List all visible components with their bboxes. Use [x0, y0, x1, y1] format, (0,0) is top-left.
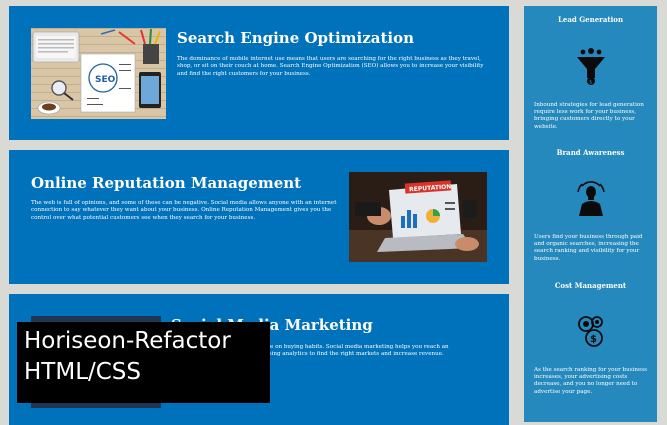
lead-generation-title: Lead Generation: [557, 15, 624, 24]
online-reputation-section: Online Reputation Management The web is …: [9, 150, 509, 284]
svg-text:SEO: SEO: [95, 75, 116, 85]
cost-management-block: Cost Management $ As the search ranking …: [524, 281, 657, 395]
seo-section: SEO Search Engine Optimization The domin…: [9, 6, 509, 140]
brand-awareness-title: Brand Awareness: [556, 148, 625, 157]
project-title-overlay: Horiseon-Refactor HTML/CSS: [17, 322, 270, 403]
brand-awareness-icon: [577, 181, 605, 216]
brand-awareness-description: Users find your business through paid an…: [534, 234, 643, 262]
overlay-title-line2: HTML/CSS: [24, 359, 142, 385]
lead-generation-icon: $: [577, 48, 605, 86]
cost-management-description: As the search ranking for your business …: [534, 367, 648, 395]
cost-management-icon: $: [578, 316, 603, 347]
online-reputation-description: The web is full of opinions, and some of…: [31, 200, 337, 221]
brand-awareness-block: Brand Awareness Users find your business…: [524, 148, 657, 262]
online-reputation-title: Online Reputation Management: [31, 174, 302, 192]
svg-text:$: $: [589, 80, 592, 86]
seo-description: The dominance of mobile internet use mea…: [177, 56, 484, 77]
lead-generation-block: Lead Generation $ Inbound strategies for…: [524, 14, 657, 130]
benefits-sidebar: Lead Generation $ Inbound strategies for…: [524, 6, 657, 422]
svg-text:$: $: [590, 334, 597, 345]
overlay-title-line1: Horiseon-Refactor: [24, 328, 231, 354]
lead-generation-description: Inbound strategies for lead generation r…: [534, 102, 644, 130]
seo-title: Search Engine Optimization: [177, 29, 414, 47]
cost-management-title: Cost Management: [554, 281, 627, 290]
seo-image: SEO: [31, 28, 166, 119]
online-reputation-image: REPUTATION: [349, 172, 487, 262]
